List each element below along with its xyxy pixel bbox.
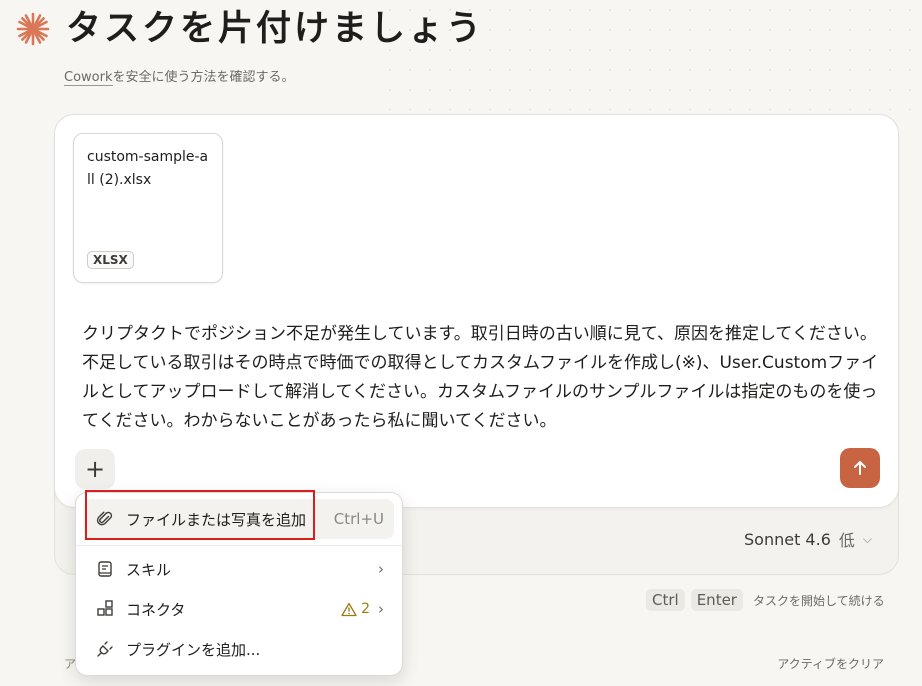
connector-blocks-icon (94, 598, 116, 620)
connector-warning: 2 (341, 601, 370, 617)
page-title: タスクを片付けましょう (66, 9, 485, 49)
attachment-name: custom-sample-all (2).xlsx (87, 149, 209, 188)
clear-active-link[interactable]: アクティブをクリア (777, 655, 884, 672)
plug-icon (94, 638, 116, 660)
send-button[interactable] (840, 448, 880, 488)
enter-key: Enter (690, 589, 743, 611)
menu-item-add-plugin[interactable]: プラグインを追加... (84, 629, 394, 669)
menu-item-connectors[interactable]: コネクタ 2 › (84, 589, 394, 629)
shortcut-hint-row: Ctrl Enter タスクを開始して続ける (646, 589, 885, 611)
prompt-input[interactable]: クリプタクトでポジション不足が発生しています。取引日時の古い順に見て、原因を推定… (82, 320, 882, 436)
menu-item-label: プラグインを追加... (126, 640, 261, 659)
warning-count: 2 (361, 601, 370, 617)
menu-item-label: ファイルまたは写真を追加 (126, 510, 307, 529)
menu-divider (76, 545, 402, 546)
shortcut-hint: Ctrl+U (333, 510, 384, 528)
menu-item-add-file[interactable]: ファイルまたは写真を追加 Ctrl+U (84, 499, 394, 539)
menu-item-skills[interactable]: スキル › (84, 549, 394, 589)
arrow-up-icon (854, 461, 866, 475)
model-selector[interactable]: Sonnet 4.6 低 ⌵ (744, 527, 872, 551)
cowork-link-text[interactable]: Cowork (64, 70, 113, 86)
add-menu: ファイルまたは写真を追加 Ctrl+U スキル › コネクタ 2 › プラグイン… (75, 492, 403, 676)
safety-link[interactable]: Coworkを安全に使う方法を確認する。 (64, 66, 295, 86)
chevron-down-icon[interactable]: ⌵ (863, 532, 872, 547)
composer-card: custom-sample-all (2).xlsx XLSX クリプタクトでポ… (54, 114, 899, 508)
add-button[interactable]: + (75, 449, 115, 489)
menu-item-label: スキル (126, 560, 172, 579)
scroll-icon (94, 558, 116, 580)
effort-level[interactable]: 低 (839, 527, 855, 551)
warning-icon (341, 602, 357, 616)
chevron-right-icon: › (378, 600, 384, 618)
shortcut-description: タスクを開始して続ける (752, 593, 885, 608)
model-name[interactable]: Sonnet 4.6 (744, 530, 831, 549)
paperclip-icon (94, 508, 116, 530)
asterisk-burst-icon (16, 12, 50, 46)
ctrl-key: Ctrl (646, 589, 685, 611)
chevron-right-icon: › (378, 560, 384, 578)
menu-item-label: コネクタ (126, 600, 186, 619)
attachment-card[interactable]: custom-sample-all (2).xlsx XLSX (73, 133, 223, 283)
file-type-badge: XLSX (87, 251, 134, 269)
safety-link-text[interactable]: を安全に使う方法を確認する。 (113, 70, 295, 85)
